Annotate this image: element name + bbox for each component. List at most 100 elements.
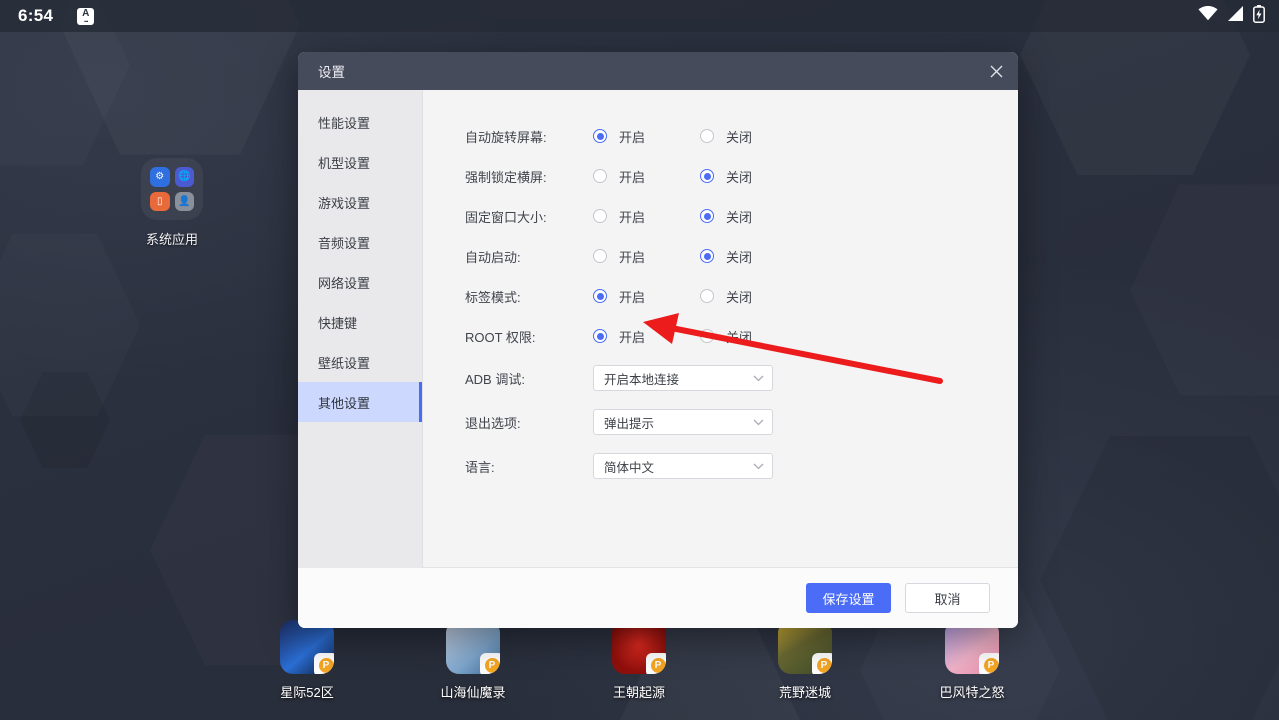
wifi-icon xyxy=(1198,6,1218,26)
chevron-down-icon xyxy=(753,415,764,429)
radio-icon xyxy=(700,209,715,223)
adb-debug-value: 开启本地连接 xyxy=(604,372,680,387)
radio-icon xyxy=(593,129,607,143)
setting-row-fixed-window-size: 固定窗口大小: 开启 关闭 xyxy=(423,196,1018,236)
radio-label: 开启 xyxy=(619,289,646,305)
app-badge-letter: P xyxy=(650,657,666,673)
radio-option-on[interactable]: 开启 xyxy=(593,247,645,266)
radio-icon xyxy=(700,289,715,303)
language-value: 简体中文 xyxy=(604,460,655,475)
chevron-down-icon xyxy=(753,371,764,385)
app-badge: P xyxy=(812,653,832,674)
contacts-icon: 👤 xyxy=(174,191,194,211)
sidebar-item-device[interactable]: 机型设置 xyxy=(298,142,422,182)
sidebar-item-wallpaper[interactable]: 壁纸设置 xyxy=(298,342,422,382)
radio-icon xyxy=(593,209,607,223)
app-tile[interactable]: P 山海仙魔录 xyxy=(425,620,521,701)
setting-label: 自动旋转屏幕: xyxy=(465,129,547,145)
setting-label: 语言: xyxy=(465,459,495,475)
sidebar-item-network[interactable]: 网络设置 xyxy=(298,262,422,302)
radio-group: 开启 关闭 xyxy=(593,207,752,226)
app-tile[interactable]: P 巴风特之怒 xyxy=(924,620,1020,701)
setting-label: ADB 调试: xyxy=(465,371,525,387)
radio-label: 关闭 xyxy=(726,169,753,185)
setting-label: 标签模式: xyxy=(465,289,521,305)
sidebar-item-game[interactable]: 游戏设置 xyxy=(298,182,422,222)
save-button[interactable]: 保存设置 xyxy=(806,583,891,613)
settings-sidebar: 性能设置 机型设置 游戏设置 音频设置 网络设置 快捷键 壁纸设置 其他设置 xyxy=(298,90,423,568)
settings-dialog: 设置 性能设置 机型设置 游戏设置 音频设置 网络设置 快捷键 壁纸设置 其他设… xyxy=(298,52,1018,628)
radio-option-on[interactable]: 开启 xyxy=(593,127,645,146)
files-icon: ▯ xyxy=(150,191,170,211)
radio-group: 开启 关闭 xyxy=(593,167,752,186)
radio-option-off[interactable]: 关闭 xyxy=(700,287,752,306)
setting-label: 固定窗口大小: xyxy=(465,209,547,225)
setting-label: 强制锁定横屏: xyxy=(465,169,547,185)
battery-charging-icon xyxy=(1253,4,1265,28)
status-clock: 6:54 xyxy=(18,6,54,25)
dialog-footer: 保存设置 取消 xyxy=(298,568,1018,628)
radio-label: 关闭 xyxy=(726,329,753,345)
app-label: 王朝起源 xyxy=(612,685,665,700)
radio-group: 开启 关闭 xyxy=(593,327,752,346)
sidebar-item-label: 快捷键 xyxy=(318,315,358,331)
sidebar-item-other[interactable]: 其他设置 xyxy=(298,382,422,422)
adb-debug-select[interactable]: 开启本地连接 xyxy=(593,365,773,391)
radio-option-on[interactable]: 开启 xyxy=(593,327,645,346)
app-badge-letter: P xyxy=(983,657,999,673)
app-badge: P xyxy=(314,653,334,674)
radio-option-on[interactable]: 开启 xyxy=(593,167,645,186)
radio-label: 关闭 xyxy=(726,249,753,265)
radio-label: 开启 xyxy=(619,329,646,345)
radio-option-off[interactable]: 关闭 xyxy=(700,167,752,186)
app-label: 荒野迷城 xyxy=(778,685,831,700)
sidebar-item-audio[interactable]: 音频设置 xyxy=(298,222,422,262)
browser-icon: 🌐 xyxy=(174,167,194,187)
sidebar-item-label: 机型设置 xyxy=(318,155,371,171)
dialog-titlebar: 设置 xyxy=(298,52,1018,90)
setting-label: ROOT 权限: xyxy=(465,329,536,345)
close-icon[interactable] xyxy=(974,52,1018,90)
ime-indicator-icon[interactable]: A ... xyxy=(77,7,95,25)
app-tile[interactable]: P 星际52区 xyxy=(259,620,355,701)
app-label: 巴风特之怒 xyxy=(939,685,1005,700)
hex-deco xyxy=(1130,184,1279,395)
setting-row-tab-mode: 标签模式: 开启 关闭 xyxy=(423,276,1018,316)
sidebar-item-label: 性能设置 xyxy=(318,115,371,131)
settings-content: 自动旋转屏幕: 开启 关闭 强制锁定横屏: 开启 关闭 固定窗口大小: 开启 关… xyxy=(423,90,1018,568)
app-tile[interactable]: P 荒野迷城 xyxy=(757,620,853,701)
desktop-folder-label: 系统应用 xyxy=(145,232,198,247)
radio-option-on[interactable]: 开启 xyxy=(593,207,645,226)
radio-label: 开启 xyxy=(619,129,646,145)
app-artwork: P xyxy=(280,620,334,674)
app-tile[interactable]: P 王朝起源 xyxy=(591,620,687,701)
radio-option-on[interactable]: 开启 xyxy=(593,287,645,306)
exit-option-select[interactable]: 弹出提示 xyxy=(593,409,773,435)
status-bar: 6:54 A ... xyxy=(0,0,1279,32)
setting-row-adb-debug: ADB 调试: 开启本地连接 xyxy=(423,356,1018,400)
radio-icon xyxy=(593,289,607,303)
setting-row-exit-option: 退出选项: 弹出提示 xyxy=(423,400,1018,444)
radio-option-off[interactable]: 关闭 xyxy=(700,247,752,266)
sidebar-item-label: 音频设置 xyxy=(318,235,371,251)
radio-option-off[interactable]: 关闭 xyxy=(700,207,752,226)
sidebar-item-label: 壁纸设置 xyxy=(318,355,371,371)
language-select[interactable]: 简体中文 xyxy=(593,453,773,479)
radio-icon xyxy=(593,329,607,343)
setting-row-root-permission: ROOT 权限: 开启 关闭 xyxy=(423,316,1018,356)
setting-label: 退出选项: xyxy=(465,415,521,431)
cancel-button[interactable]: 取消 xyxy=(905,583,990,613)
radio-option-off[interactable]: 关闭 xyxy=(700,327,752,346)
radio-label: 关闭 xyxy=(726,209,753,225)
dialog-body: 性能设置 机型设置 游戏设置 音频设置 网络设置 快捷键 壁纸设置 其他设置 自… xyxy=(298,90,1018,568)
folder-icon-grid: ⚙ 🌐 ▯ 👤 xyxy=(141,158,203,220)
sidebar-item-performance[interactable]: 性能设置 xyxy=(298,102,422,142)
app-badge: P xyxy=(979,653,999,674)
status-icons xyxy=(1198,4,1265,28)
desktop-folder-system-apps[interactable]: ⚙ 🌐 ▯ 👤 系统应用 xyxy=(124,158,220,248)
app-badge-letter: P xyxy=(318,657,334,673)
app-row: P 星际52区 P 山海仙魔录 P 王朝起源 P 荒野迷城 P 巴风特之怒 xyxy=(0,620,1279,706)
radio-option-off[interactable]: 关闭 xyxy=(700,127,752,146)
sidebar-item-shortcuts[interactable]: 快捷键 xyxy=(298,302,422,342)
radio-label: 开启 xyxy=(619,209,646,225)
